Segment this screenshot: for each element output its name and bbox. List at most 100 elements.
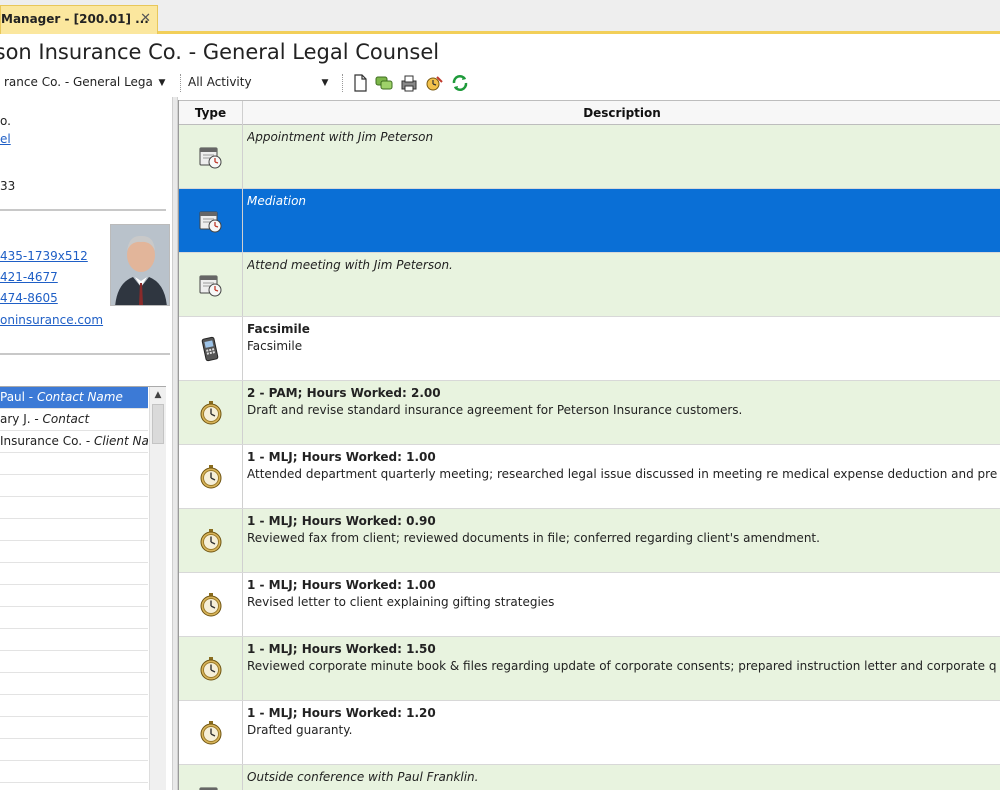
row-title: 1 - MLJ; Hours Worked: 1.00 [247,578,436,592]
list-item-empty [0,761,148,783]
list-item[interactable]: Insurance Co. - Client Na [0,431,148,453]
row-italic-text: Mediation [247,194,307,208]
list-item-role: Client Na [93,434,148,448]
row-description: 1 - MLJ; Hours Worked: 0.90 Reviewed fax … [247,513,997,547]
calendar-icon [179,189,243,252]
table-row[interactable]: 1 - MLJ; Hours Worked: 1.20 Drafted guara… [179,701,1000,765]
row-description: Appointment with Jim Peterson [247,129,997,145]
list-item-empty [0,607,148,629]
column-header-type[interactable]: Type [179,101,243,125]
list-item-empty [0,519,148,541]
matter-select[interactable]: rance Co. - General Legal [0,72,154,94]
row-description: 1 - MLJ; Hours Worked: 1.20 Drafted guara… [247,705,997,739]
row-description: Mediation [247,193,997,209]
contact-company-line: o. [0,114,11,128]
row-description: 2 - PAM; Hours Worked: 2.00 Draft and rev… [247,385,997,419]
contact-list: Paul - Contact Name ary J. - Contact Ins… [0,386,166,790]
chevron-down-icon[interactable]: ▼ [155,74,169,92]
document-tab-strip: Manager - [200.01] ... ✕ [0,0,1000,34]
row-body: Draft and revise standard insurance agre… [247,403,743,417]
vertical-scrollbar[interactable]: ▲ [149,387,166,790]
fax-icon [179,317,243,380]
contact-photo [110,224,170,306]
contact-address-line: 33 [0,179,16,193]
list-item-empty [0,695,148,717]
table-row[interactable]: 1 - MLJ; Hours Worked: 1.50 Reviewed corp… [179,637,1000,701]
row-body: Attended department quarterly meeting; r… [247,467,997,481]
table-row[interactable]: 2 - PAM; Hours Worked: 2.00 Draft and rev… [179,381,1000,445]
list-item[interactable]: Paul - Contact Name [0,387,148,409]
row-title: 1 - MLJ; Hours Worked: 1.00 [247,450,436,464]
stopwatch-icon [179,445,243,508]
stopwatch-icon [179,701,243,764]
list-item[interactable]: ary J. - Contact [0,409,148,431]
table-row[interactable]: Outside conference with Paul Franklin. [179,765,1000,790]
notes-icon[interactable] [374,73,394,93]
row-body: Drafted guaranty. [247,723,353,737]
document-tab[interactable]: Manager - [200.01] ... ✕ [0,5,158,34]
list-item-name: Paul - [0,390,37,404]
list-item-empty [0,453,148,475]
row-title: 1 - MLJ; Hours Worked: 1.20 [247,706,436,720]
table-row[interactable]: Facsimile Facsimile [179,317,1000,381]
list-item-role: Contact Name [36,390,123,404]
email-link[interactable]: oninsurance.com [0,313,103,327]
list-item-name: Insurance Co. - [0,434,94,448]
stopwatch-icon [179,509,243,572]
list-item-empty [0,673,148,695]
stopwatch-icon [179,573,243,636]
toolbar-separator [180,74,181,92]
row-title: 1 - MLJ; Hours Worked: 0.90 [247,514,436,528]
page-title: rson Insurance Co. - General Legal Couns… [0,40,440,64]
list-item-empty [0,739,148,761]
list-item-empty [0,541,148,563]
activity-grid: Type Description Appointment with Jim Pe… [178,100,1000,790]
list-item-empty [0,563,148,585]
row-description: Outside conference with Paul Franklin. [247,769,997,785]
column-header-description[interactable]: Description [243,101,1000,125]
phone-mobile-link[interactable]: 421-4677 [0,270,58,284]
contact-title-link[interactable]: el [0,132,11,146]
divider [0,209,166,211]
table-row[interactable]: 1 - MLJ; Hours Worked: 0.90 Reviewed fax … [179,509,1000,573]
new-document-icon[interactable] [350,73,370,93]
list-item-empty [0,475,148,497]
stopwatch-icon [179,381,243,444]
row-title: Facsimile [247,322,310,336]
row-body: Facsimile [247,339,303,353]
toolbar-separator [342,74,343,92]
row-body: Reviewed fax from client; reviewed docum… [247,531,820,545]
chevron-down-icon[interactable]: ▼ [318,74,332,92]
table-row[interactable]: Appointment with Jim Peterson [179,125,1000,189]
document-tab-label: Manager - [200.01] ... [1,12,149,26]
scroll-thumb[interactable] [152,404,164,444]
row-description: Attend meeting with Jim Peterson. [247,257,997,273]
scroll-up-icon[interactable]: ▲ [150,387,166,403]
calendar-icon [179,253,243,316]
row-description: 1 - MLJ; Hours Worked: 1.00 Revised lette… [247,577,997,611]
row-title: 2 - PAM; Hours Worked: 2.00 [247,386,441,400]
list-item-role: Contact [42,412,90,426]
activity-filter-select[interactable]: All Activity [184,72,322,94]
stopwatch-icon [179,637,243,700]
table-row[interactable]: 1 - MLJ; Hours Worked: 1.00 Attended depa… [179,445,1000,509]
grid-header: Type Description [179,100,1000,125]
time-entry-icon[interactable] [424,73,444,93]
row-description: 1 - MLJ; Hours Worked: 1.50 Reviewed corp… [247,641,997,675]
calendar-icon [179,125,243,188]
row-title: 1 - MLJ; Hours Worked: 1.50 [247,642,436,656]
table-row[interactable]: Mediation [179,189,1000,253]
row-body: Reviewed corporate minute book & files r… [247,659,997,673]
close-icon[interactable]: ✕ [140,11,151,26]
list-item-empty [0,585,148,607]
list-item-name: ary J. - [0,412,43,426]
phone-work-link[interactable]: 435-1739x512 [0,249,88,263]
divider [0,353,170,355]
table-row[interactable]: 1 - MLJ; Hours Worked: 1.00 Revised lette… [179,573,1000,637]
row-description: 1 - MLJ; Hours Worked: 1.00 Attended depa… [247,449,997,483]
refresh-icon[interactable] [450,73,470,93]
table-row[interactable]: Attend meeting with Jim Peterson. [179,253,1000,317]
phone-fax-link[interactable]: 474-8605 [0,291,58,305]
print-icon[interactable] [399,73,419,93]
row-body: Revised letter to client explaining gift… [247,595,555,609]
